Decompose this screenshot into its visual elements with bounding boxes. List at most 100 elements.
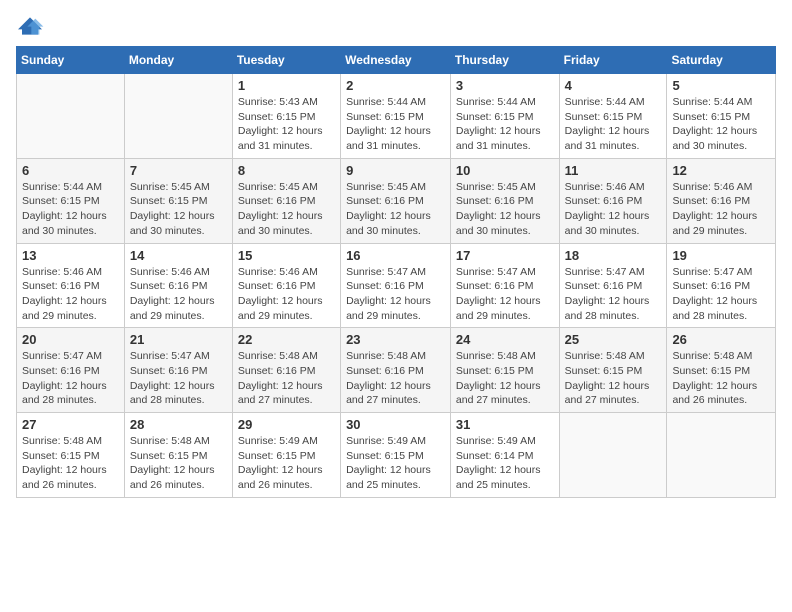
calendar-cell: 13 Sunrise: 5:46 AMSunset: 6:16 PMDayligh… [17,243,125,328]
day-number: 7 [130,163,227,178]
calendar-cell: 25 Sunrise: 5:48 AMSunset: 6:15 PMDayligh… [559,328,667,413]
calendar-cell: 24 Sunrise: 5:48 AMSunset: 6:15 PMDayligh… [450,328,559,413]
day-info: Sunrise: 5:48 AMSunset: 6:15 PMDaylight:… [456,349,554,408]
calendar-cell: 4 Sunrise: 5:44 AMSunset: 6:15 PMDaylight… [559,74,667,159]
column-header-saturday: Saturday [667,47,776,74]
day-number: 20 [22,332,119,347]
day-number: 8 [238,163,335,178]
calendar-cell: 21 Sunrise: 5:47 AMSunset: 6:16 PMDayligh… [124,328,232,413]
day-info: Sunrise: 5:49 AMSunset: 6:15 PMDaylight:… [238,434,335,493]
week-row-1: 1 Sunrise: 5:43 AMSunset: 6:15 PMDaylight… [17,74,776,159]
day-number: 15 [238,248,335,263]
day-number: 31 [456,417,554,432]
day-info: Sunrise: 5:47 AMSunset: 6:16 PMDaylight:… [456,265,554,324]
calendar-cell: 17 Sunrise: 5:47 AMSunset: 6:16 PMDayligh… [450,243,559,328]
day-number: 11 [565,163,662,178]
day-info: Sunrise: 5:46 AMSunset: 6:16 PMDaylight:… [130,265,227,324]
day-info: Sunrise: 5:48 AMSunset: 6:15 PMDaylight:… [130,434,227,493]
day-info: Sunrise: 5:46 AMSunset: 6:16 PMDaylight:… [565,180,662,239]
day-info: Sunrise: 5:47 AMSunset: 6:16 PMDaylight:… [22,349,119,408]
calendar-cell: 27Sunrise: 5:48 AMSunset: 6:15 PMDayligh… [17,413,125,498]
day-info: Sunrise: 5:44 AMSunset: 6:15 PMDaylight:… [565,95,662,154]
calendar-cell: 30 Sunrise: 5:49 AMSunset: 6:15 PMDayligh… [341,413,451,498]
day-number: 12 [672,163,770,178]
calendar-cell: 6Sunrise: 5:44 AMSunset: 6:15 PMDaylight… [17,158,125,243]
day-info: Sunrise: 5:44 AMSunset: 6:15 PMDaylight:… [346,95,445,154]
day-number: 28 [130,417,227,432]
day-info: Sunrise: 5:49 AMSunset: 6:15 PMDaylight:… [346,434,445,493]
calendar-cell [17,74,125,159]
day-info: Sunrise: 5:46 AMSunset: 6:16 PMDaylight:… [22,265,119,324]
calendar-cell: 14 Sunrise: 5:46 AMSunset: 6:16 PMDayligh… [124,243,232,328]
day-number: 2 [346,78,445,93]
day-number: 24 [456,332,554,347]
calendar-cell [124,74,232,159]
day-number: 18 [565,248,662,263]
calendar-cell: 18 Sunrise: 5:47 AMSunset: 6:16 PMDayligh… [559,243,667,328]
day-info: Sunrise: 5:47 AMSunset: 6:16 PMDaylight:… [130,349,227,408]
calendar-cell: 31Sunrise: 5:49 AMSunset: 6:14 PMDayligh… [450,413,559,498]
day-number: 4 [565,78,662,93]
week-row-3: 13 Sunrise: 5:46 AMSunset: 6:16 PMDayligh… [17,243,776,328]
day-number: 30 [346,417,445,432]
calendar-cell: 16 Sunrise: 5:47 AMSunset: 6:16 PMDayligh… [341,243,451,328]
column-header-friday: Friday [559,47,667,74]
calendar-cell: 22Sunrise: 5:48 AMSunset: 6:16 PMDayligh… [232,328,340,413]
day-number: 17 [456,248,554,263]
calendar-cell [559,413,667,498]
calendar-cell: 12 Sunrise: 5:46 AMSunset: 6:16 PMDayligh… [667,158,776,243]
day-info: Sunrise: 5:48 AMSunset: 6:15 PMDaylight:… [672,349,770,408]
week-row-2: 6Sunrise: 5:44 AMSunset: 6:15 PMDaylight… [17,158,776,243]
day-number: 19 [672,248,770,263]
calendar-cell: 10 Sunrise: 5:45 AMSunset: 6:16 PMDayligh… [450,158,559,243]
column-header-monday: Monday [124,47,232,74]
day-info: Sunrise: 5:47 AMSunset: 6:16 PMDaylight:… [346,265,445,324]
day-number: 10 [456,163,554,178]
day-number: 21 [130,332,227,347]
calendar-cell: 9 Sunrise: 5:45 AMSunset: 6:16 PMDaylight… [341,158,451,243]
calendar-cell: 26Sunrise: 5:48 AMSunset: 6:15 PMDayligh… [667,328,776,413]
day-number: 1 [238,78,335,93]
calendar-cell: 19 Sunrise: 5:47 AMSunset: 6:16 PMDayligh… [667,243,776,328]
week-row-5: 27 Sunrise: 5:48 AMSunset: 6:15 PMDayligh… [17,413,776,498]
day-number: 23 [346,332,445,347]
day-info: Sunrise: 5:48 AMSunset: 6:16 PMDaylight:… [238,349,335,408]
day-info: Sunrise: 5:46 AMSunset: 6:16 PMDaylight:… [672,180,770,239]
column-header-thursday: Thursday [450,47,559,74]
day-info: Sunrise: 5:44 AMSunset: 6:15 PMDaylight:… [22,180,119,239]
day-number: 9 [346,163,445,178]
column-header-tuesday: Tuesday [232,47,340,74]
day-number: 29 [238,417,335,432]
calendar-cell [667,413,776,498]
day-number: 13 [22,248,119,263]
day-number: 14 [130,248,227,263]
logo [16,16,48,36]
calendar-cell: 5Sunrise: 5:44 AMSunset: 6:15 PMDaylight… [667,74,776,159]
day-info: Sunrise: 5:48 AMSunset: 6:16 PMDaylight:… [346,349,445,408]
day-number: 3 [456,78,554,93]
day-info: Sunrise: 5:43 AMSunset: 6:15 PMDaylight:… [238,95,335,154]
day-info: Sunrise: 5:47 AMSunset: 6:16 PMDaylight:… [672,265,770,324]
calendar-cell: 15 Sunrise: 5:46 AMSunset: 6:16 PMDayligh… [232,243,340,328]
calendar-cell: 8 Sunrise: 5:45 AMSunset: 6:16 PMDaylight… [232,158,340,243]
day-info: Sunrise: 5:45 AMSunset: 6:16 PMDaylight:… [346,180,445,239]
day-info: Sunrise: 5:45 AMSunset: 6:15 PMDaylight:… [130,180,227,239]
calendar-cell: 20 Sunrise: 5:47 AMSunset: 6:16 PMDayligh… [17,328,125,413]
day-number: 5 [672,78,770,93]
calendar-cell: 11 Sunrise: 5:46 AMSunset: 6:16 PMDayligh… [559,158,667,243]
day-info: Sunrise: 5:44 AMSunset: 6:15 PMDaylight:… [456,95,554,154]
day-number: 16 [346,248,445,263]
day-info: Sunrise: 5:45 AMSunset: 6:16 PMDaylight:… [238,180,335,239]
column-header-sunday: Sunday [17,47,125,74]
day-number: 27 [22,417,119,432]
page-header [16,16,776,36]
day-info: Sunrise: 5:48 AMSunset: 6:15 PMDaylight:… [565,349,662,408]
calendar-cell: 7 Sunrise: 5:45 AMSunset: 6:15 PMDaylight… [124,158,232,243]
day-info: Sunrise: 5:45 AMSunset: 6:16 PMDaylight:… [456,180,554,239]
calendar-cell: 3 Sunrise: 5:44 AMSunset: 6:15 PMDaylight… [450,74,559,159]
day-info: Sunrise: 5:46 AMSunset: 6:16 PMDaylight:… [238,265,335,324]
column-header-wednesday: Wednesday [341,47,451,74]
day-info: Sunrise: 5:47 AMSunset: 6:16 PMDaylight:… [565,265,662,324]
calendar-cell: 2 Sunrise: 5:44 AMSunset: 6:15 PMDaylight… [341,74,451,159]
day-number: 25 [565,332,662,347]
